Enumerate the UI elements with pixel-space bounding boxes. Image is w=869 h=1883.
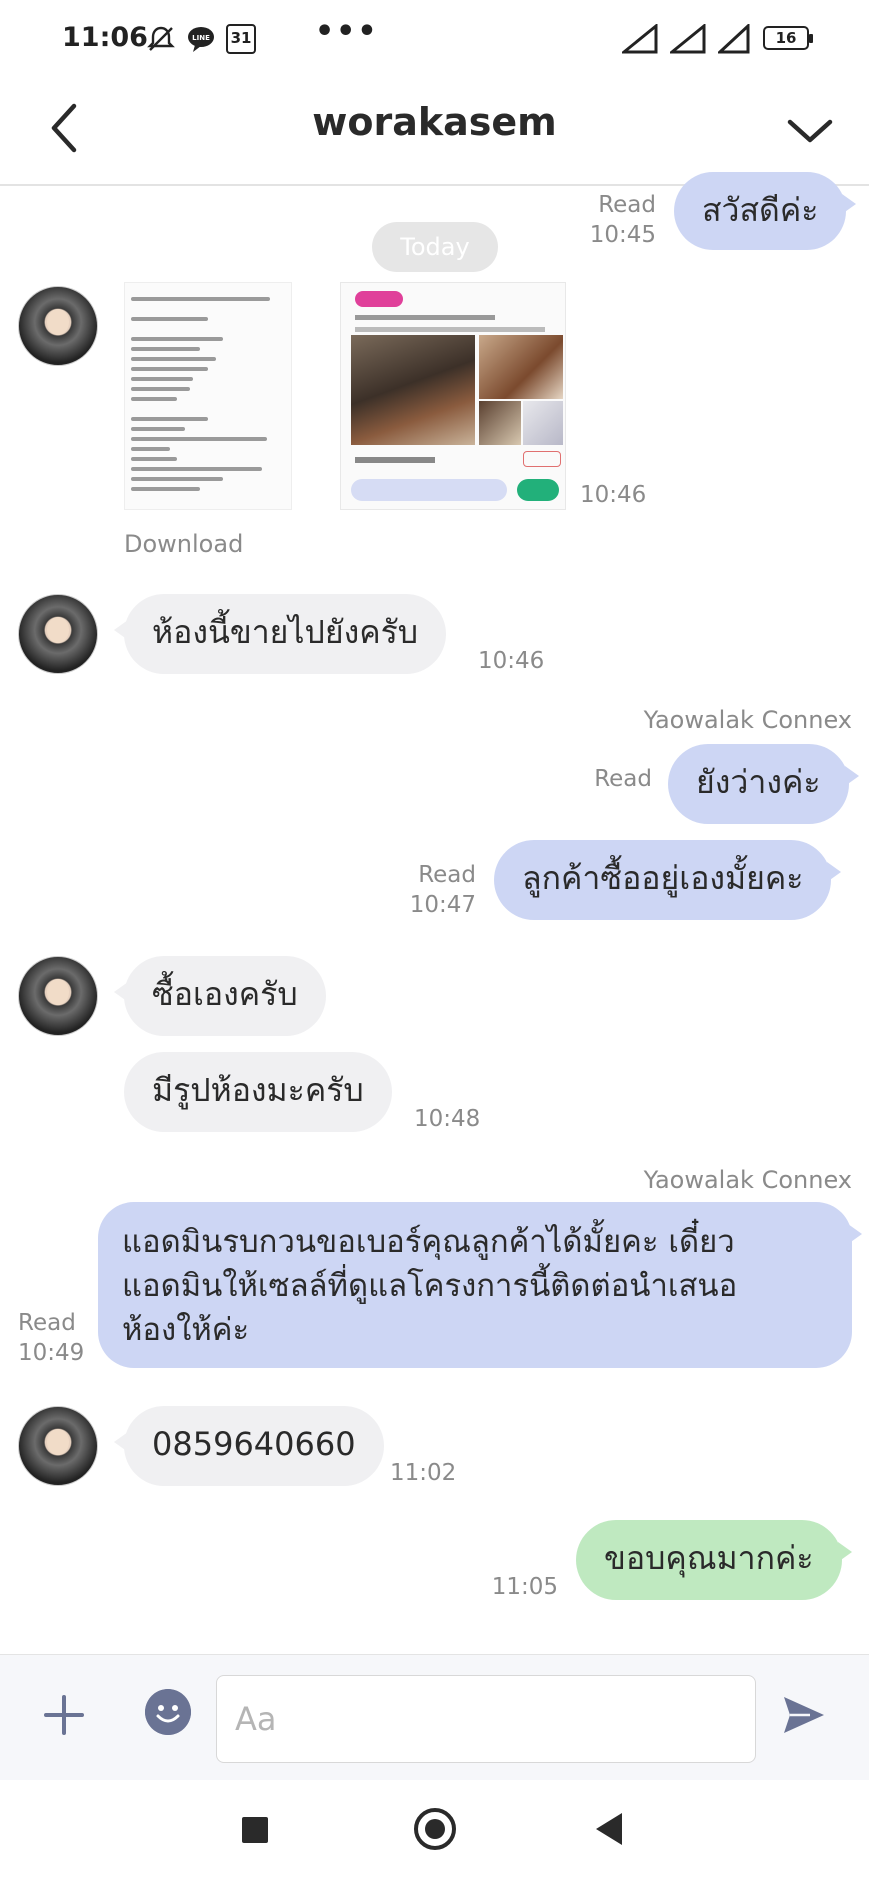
- listing-input-preview: [351, 479, 507, 501]
- avatar[interactable]: [18, 286, 98, 366]
- message-bubble-outgoing[interactable]: ยังว่างค่ะ: [668, 744, 859, 824]
- message-text: ยังว่างค่ะ: [696, 763, 821, 801]
- battery-level: 16: [775, 29, 797, 47]
- room-photo-3: [523, 401, 563, 445]
- message-time: 10:49: [18, 1340, 85, 1366]
- message-time: 10:45: [589, 222, 656, 248]
- wifi-icon: [718, 24, 750, 54]
- download-link[interactable]: Download: [124, 530, 243, 558]
- listing-text-line: [355, 457, 435, 463]
- room-photo-main: [351, 335, 475, 445]
- message-text: สวัสดีค่ะ: [702, 191, 819, 229]
- message-bubble-incoming[interactable]: มีรูปห้องมะครับ: [124, 1052, 392, 1132]
- message-input[interactable]: [216, 1675, 756, 1763]
- status-time: 11:06: [62, 22, 148, 53]
- date-separator: Today: [372, 222, 498, 272]
- home-button[interactable]: [414, 1808, 456, 1850]
- message-meta: Read 10:49: [18, 1308, 84, 1368]
- message-bubble-outgoing[interactable]: สวัสดีค่ะ: [674, 172, 857, 250]
- listing-badge: [355, 291, 403, 307]
- read-status: Read: [18, 1310, 76, 1336]
- message-bubble-incoming[interactable]: ซื้อเองครับ: [114, 956, 326, 1036]
- read-status: Read: [598, 192, 656, 218]
- sender-name: Yaowalak Connex: [643, 706, 852, 734]
- line-app-icon: LINE: [188, 27, 214, 52]
- listing-text-line: [355, 327, 545, 332]
- message-time: 10:46: [478, 648, 545, 674]
- calendar-day: 31: [230, 29, 252, 47]
- message-time: 10:47: [409, 892, 476, 918]
- message-text: ห้องนี้ขายไปยังครับ: [152, 613, 419, 651]
- message-bubble-outgoing[interactable]: แอดมินรบกวนขอเบอร์คุณลูกค้าได้มั้ยคะ เดี…: [98, 1202, 862, 1368]
- svg-text:LINE: LINE: [192, 34, 210, 42]
- system-back-button[interactable]: [596, 1813, 622, 1845]
- message-bubble-incoming[interactable]: ห้องนี้ขายไปยังครับ: [113, 594, 447, 674]
- message-text-line: แอดมินให้เซลล์ที่ดูแลโครงการนี้ติดต่อนำเ…: [122, 1268, 738, 1304]
- message-input-bar: [0, 1654, 869, 1780]
- notifications-muted-icon: [147, 26, 175, 51]
- battery-indicator: 16: [763, 26, 813, 50]
- chevron-down-icon[interactable]: [780, 100, 840, 160]
- message-bubble-outgoing[interactable]: ลูกค้าซื้ออยู่เองมั้ยคะ: [494, 840, 842, 920]
- emoji-icon[interactable]: [145, 1689, 191, 1735]
- image-thumbnail-document[interactable]: [124, 282, 292, 510]
- message-text: ขอบคุณมากค่ะ: [604, 1539, 814, 1577]
- avatar[interactable]: [18, 956, 98, 1036]
- more-notifications-icon: •••: [315, 14, 379, 49]
- signal-icon-2: [670, 24, 706, 54]
- message-text-line: แอดมินรบกวนขอเบอร์คุณลูกค้าได้มั้ยคะ เดี…: [122, 1224, 735, 1260]
- message-bubble-outgoing[interactable]: ขอบคุณมากค่ะ: [576, 1520, 852, 1600]
- message-text: ซื้อเองครับ: [152, 975, 298, 1013]
- message-text-line: ห้องให้ค่ะ: [122, 1312, 250, 1348]
- signal-icon-1: [622, 24, 658, 54]
- avatar[interactable]: [18, 594, 98, 674]
- message-meta: Read 10:47: [380, 860, 476, 920]
- listing-action-chip: [523, 451, 561, 467]
- image-thumbnail-listing[interactable]: [340, 282, 566, 510]
- message-time: 11:02: [390, 1460, 457, 1486]
- sender-name: Yaowalak Connex: [643, 1166, 852, 1194]
- room-photo-2: [479, 401, 521, 445]
- message-text: 0859640660: [152, 1425, 356, 1463]
- room-photo-1: [479, 335, 563, 399]
- message-text: มีรูปห้องมะครับ: [152, 1071, 364, 1109]
- system-navigation-bar: [0, 1780, 869, 1883]
- message-time: 10:48: [414, 1106, 481, 1132]
- recent-apps-button[interactable]: [242, 1817, 268, 1843]
- listing-text-line: [355, 315, 495, 320]
- chat-title: worakasem: [312, 100, 557, 144]
- message-meta: Read 10:45: [560, 190, 656, 250]
- message-time: 11:05: [491, 1574, 558, 1600]
- message-time: 10:46: [580, 482, 647, 508]
- message-text: ลูกค้าซื้ออยู่เองมั้ยคะ: [522, 859, 804, 897]
- message-bubble-incoming[interactable]: 0859640660: [114, 1406, 384, 1486]
- send-icon[interactable]: [780, 1691, 828, 1739]
- listing-button-preview: [517, 479, 559, 501]
- read-status: Read: [418, 862, 476, 888]
- back-button[interactable]: [40, 98, 100, 158]
- read-status: Read: [594, 766, 652, 792]
- calendar-icon: 31: [226, 24, 256, 54]
- chat-header: worakasem: [0, 78, 869, 186]
- avatar[interactable]: [18, 1406, 98, 1486]
- plus-icon[interactable]: [42, 1693, 86, 1737]
